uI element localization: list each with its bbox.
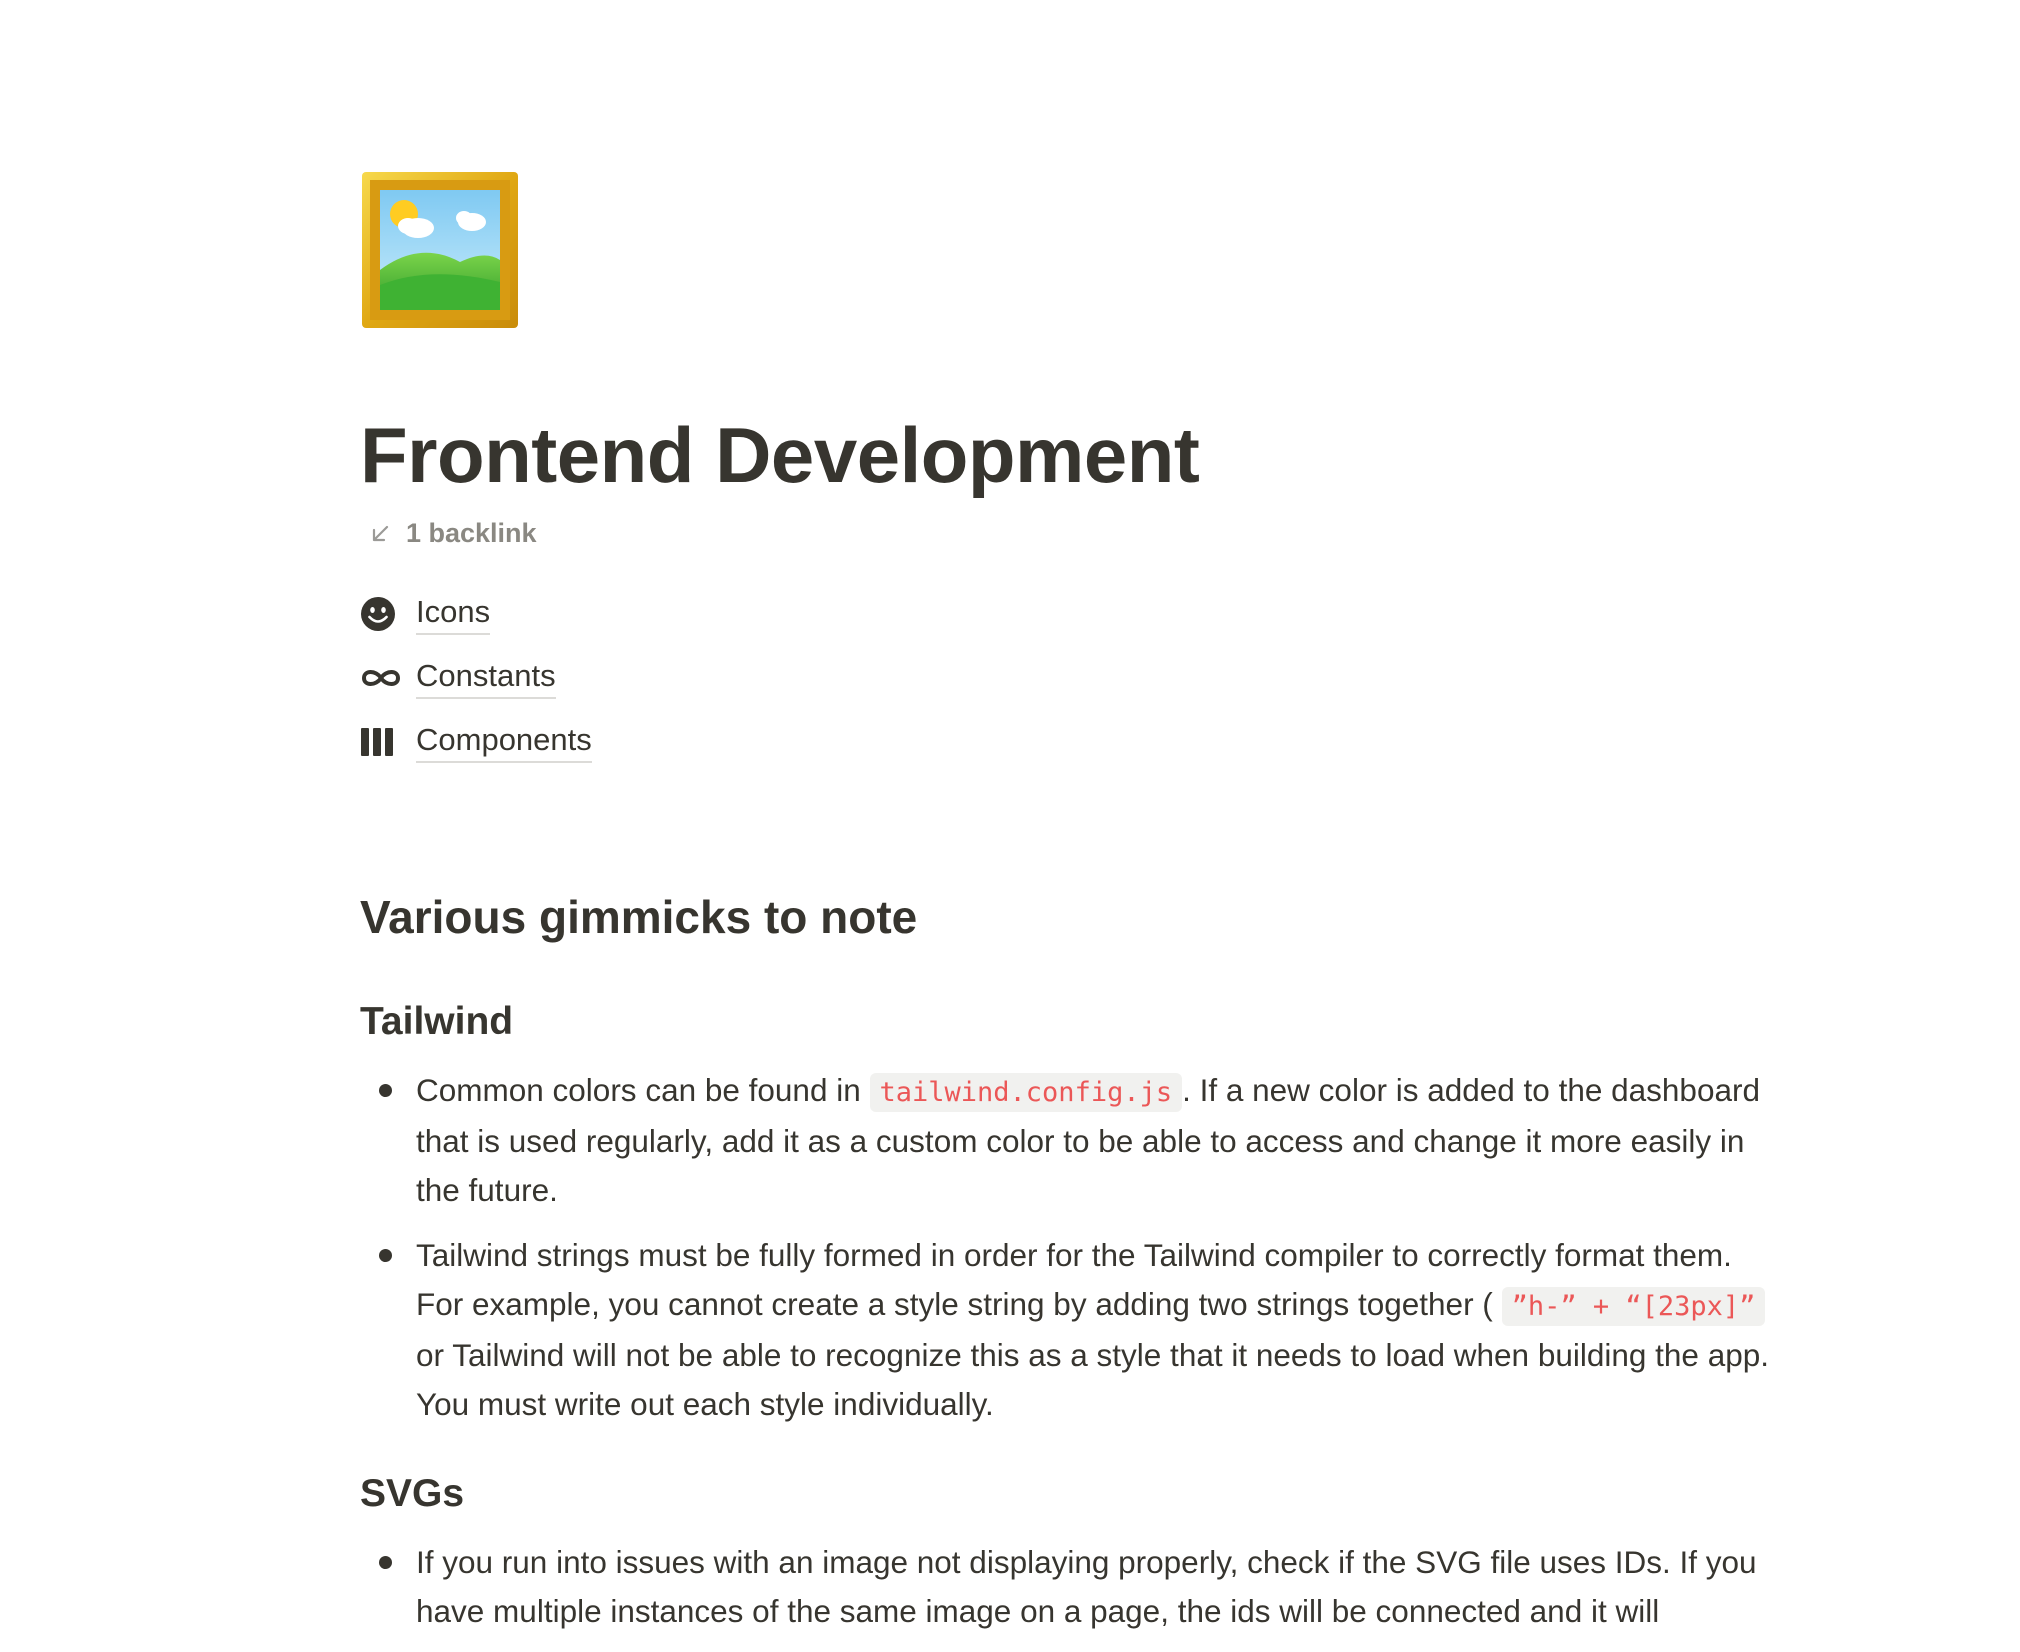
inline-code: ”h-” + “[23px]” <box>1501 1287 1766 1326</box>
bullet-dot <box>379 1249 392 1262</box>
subpage-label: Components <box>416 721 592 763</box>
smiley-face-icon <box>360 594 404 634</box>
bullet-dot <box>379 1084 392 1097</box>
arrow-down-left-icon <box>368 522 392 546</box>
bullet-text: If you run into issues with an image not… <box>416 1544 1757 1629</box>
backlinks-button[interactable]: 1 backlink <box>368 518 537 549</box>
tailwind-bullet-list: Common colors can be found in tailwind.c… <box>360 1066 1780 1445</box>
backlinks-label: 1 backlink <box>406 518 537 548</box>
list-item[interactable]: Tailwind strings must be fully formed in… <box>360 1231 1780 1429</box>
subpage-link-constants[interactable]: Constants <box>360 646 592 710</box>
bullet-dot <box>379 1556 392 1569</box>
tailwind-heading[interactable]: Tailwind <box>360 1000 513 1044</box>
framed-picture-icon[interactable] <box>360 170 520 330</box>
columns-icon <box>360 722 404 762</box>
subpage-link-icons[interactable]: Icons <box>360 582 592 646</box>
bullet-text: or Tailwind will not be able to recogniz… <box>416 1337 1770 1422</box>
infinity-icon <box>360 658 404 698</box>
svgs-bullet-list: If you run into issues with an image not… <box>360 1538 1780 1652</box>
subpage-label: Constants <box>416 657 556 699</box>
svgs-heading[interactable]: SVGs <box>360 1472 464 1516</box>
subpage-label: Icons <box>416 593 491 635</box>
subpage-list: Icons Constants Components <box>360 582 592 774</box>
list-item[interactable]: If you run into issues with an image not… <box>360 1538 1780 1636</box>
inline-code: tailwind.config.js <box>869 1073 1183 1112</box>
subpage-link-components[interactable]: Components <box>360 710 592 774</box>
bullet-text: Common colors can be found in <box>416 1072 870 1108</box>
list-item[interactable]: Common colors can be found in tailwind.c… <box>360 1066 1780 1215</box>
page-title[interactable]: Frontend Development <box>360 410 1200 501</box>
section-heading[interactable]: Various gimmicks to note <box>360 890 917 944</box>
